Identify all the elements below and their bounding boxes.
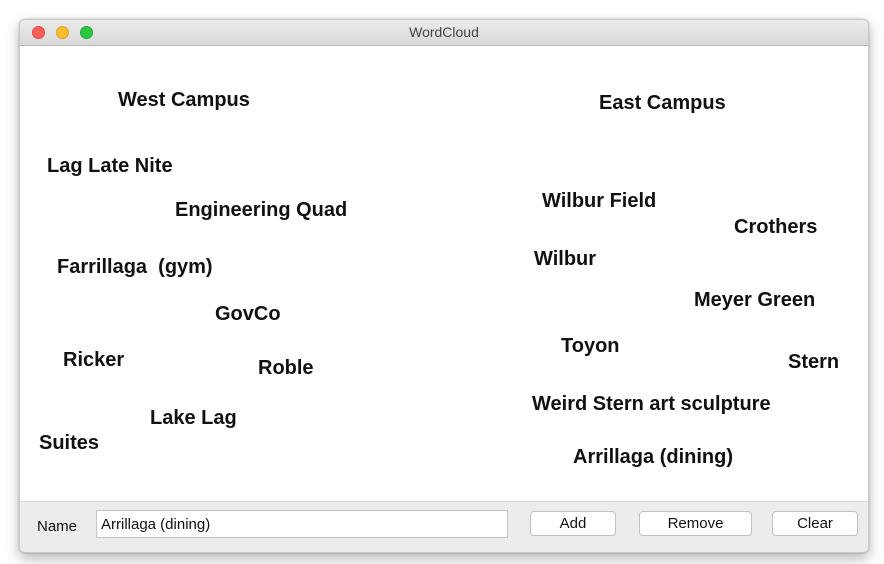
word-ricker: Ricker xyxy=(63,349,125,371)
word-wilbur-field: Wilbur Field xyxy=(542,190,657,212)
word-lake-lag: Lake Lag xyxy=(150,407,237,429)
word-suites: Suites xyxy=(39,432,100,454)
control-bar: Name Add Remove Clear xyxy=(20,501,868,552)
word-stern: Stern xyxy=(788,351,840,373)
word-engineering-quad: Engineering Quad xyxy=(175,199,348,221)
name-label: Name xyxy=(37,518,78,535)
name-input[interactable] xyxy=(96,510,508,538)
wordcloud-window: WordCloud West Campus East Campus Lag La… xyxy=(19,19,869,553)
word-govco: GovCo xyxy=(215,303,281,325)
word-wilbur: Wilbur xyxy=(534,248,597,270)
word-west-campus: West Campus xyxy=(118,89,250,111)
word-arrillaga-dining: Arrillaga (dining) xyxy=(573,446,733,468)
top-strip xyxy=(0,0,884,16)
add-button[interactable]: Add xyxy=(530,511,616,536)
word-crothers: Crothers xyxy=(734,216,818,238)
title-bar[interactable]: WordCloud xyxy=(20,20,868,46)
word-roble: Roble xyxy=(258,357,314,379)
clear-button[interactable]: Clear xyxy=(772,511,858,536)
word-meyer-green: Meyer Green xyxy=(694,289,816,311)
page: WordCloud West Campus East Campus Lag La… xyxy=(0,0,884,564)
word-weird-stern-art-sculpture: Weird Stern art sculpture xyxy=(532,393,771,415)
word-toyon: Toyon xyxy=(561,335,620,357)
word-cloud-canvas: West Campus East Campus Lag Late Nite En… xyxy=(20,46,868,501)
window-title: WordCloud xyxy=(409,24,479,40)
word-farrillaga-gym: Farrillaga (gym) xyxy=(57,256,213,278)
remove-button[interactable]: Remove xyxy=(639,511,752,536)
word-lag-late-nite: Lag Late Nite xyxy=(47,155,173,177)
word-east-campus: East Campus xyxy=(599,92,726,114)
